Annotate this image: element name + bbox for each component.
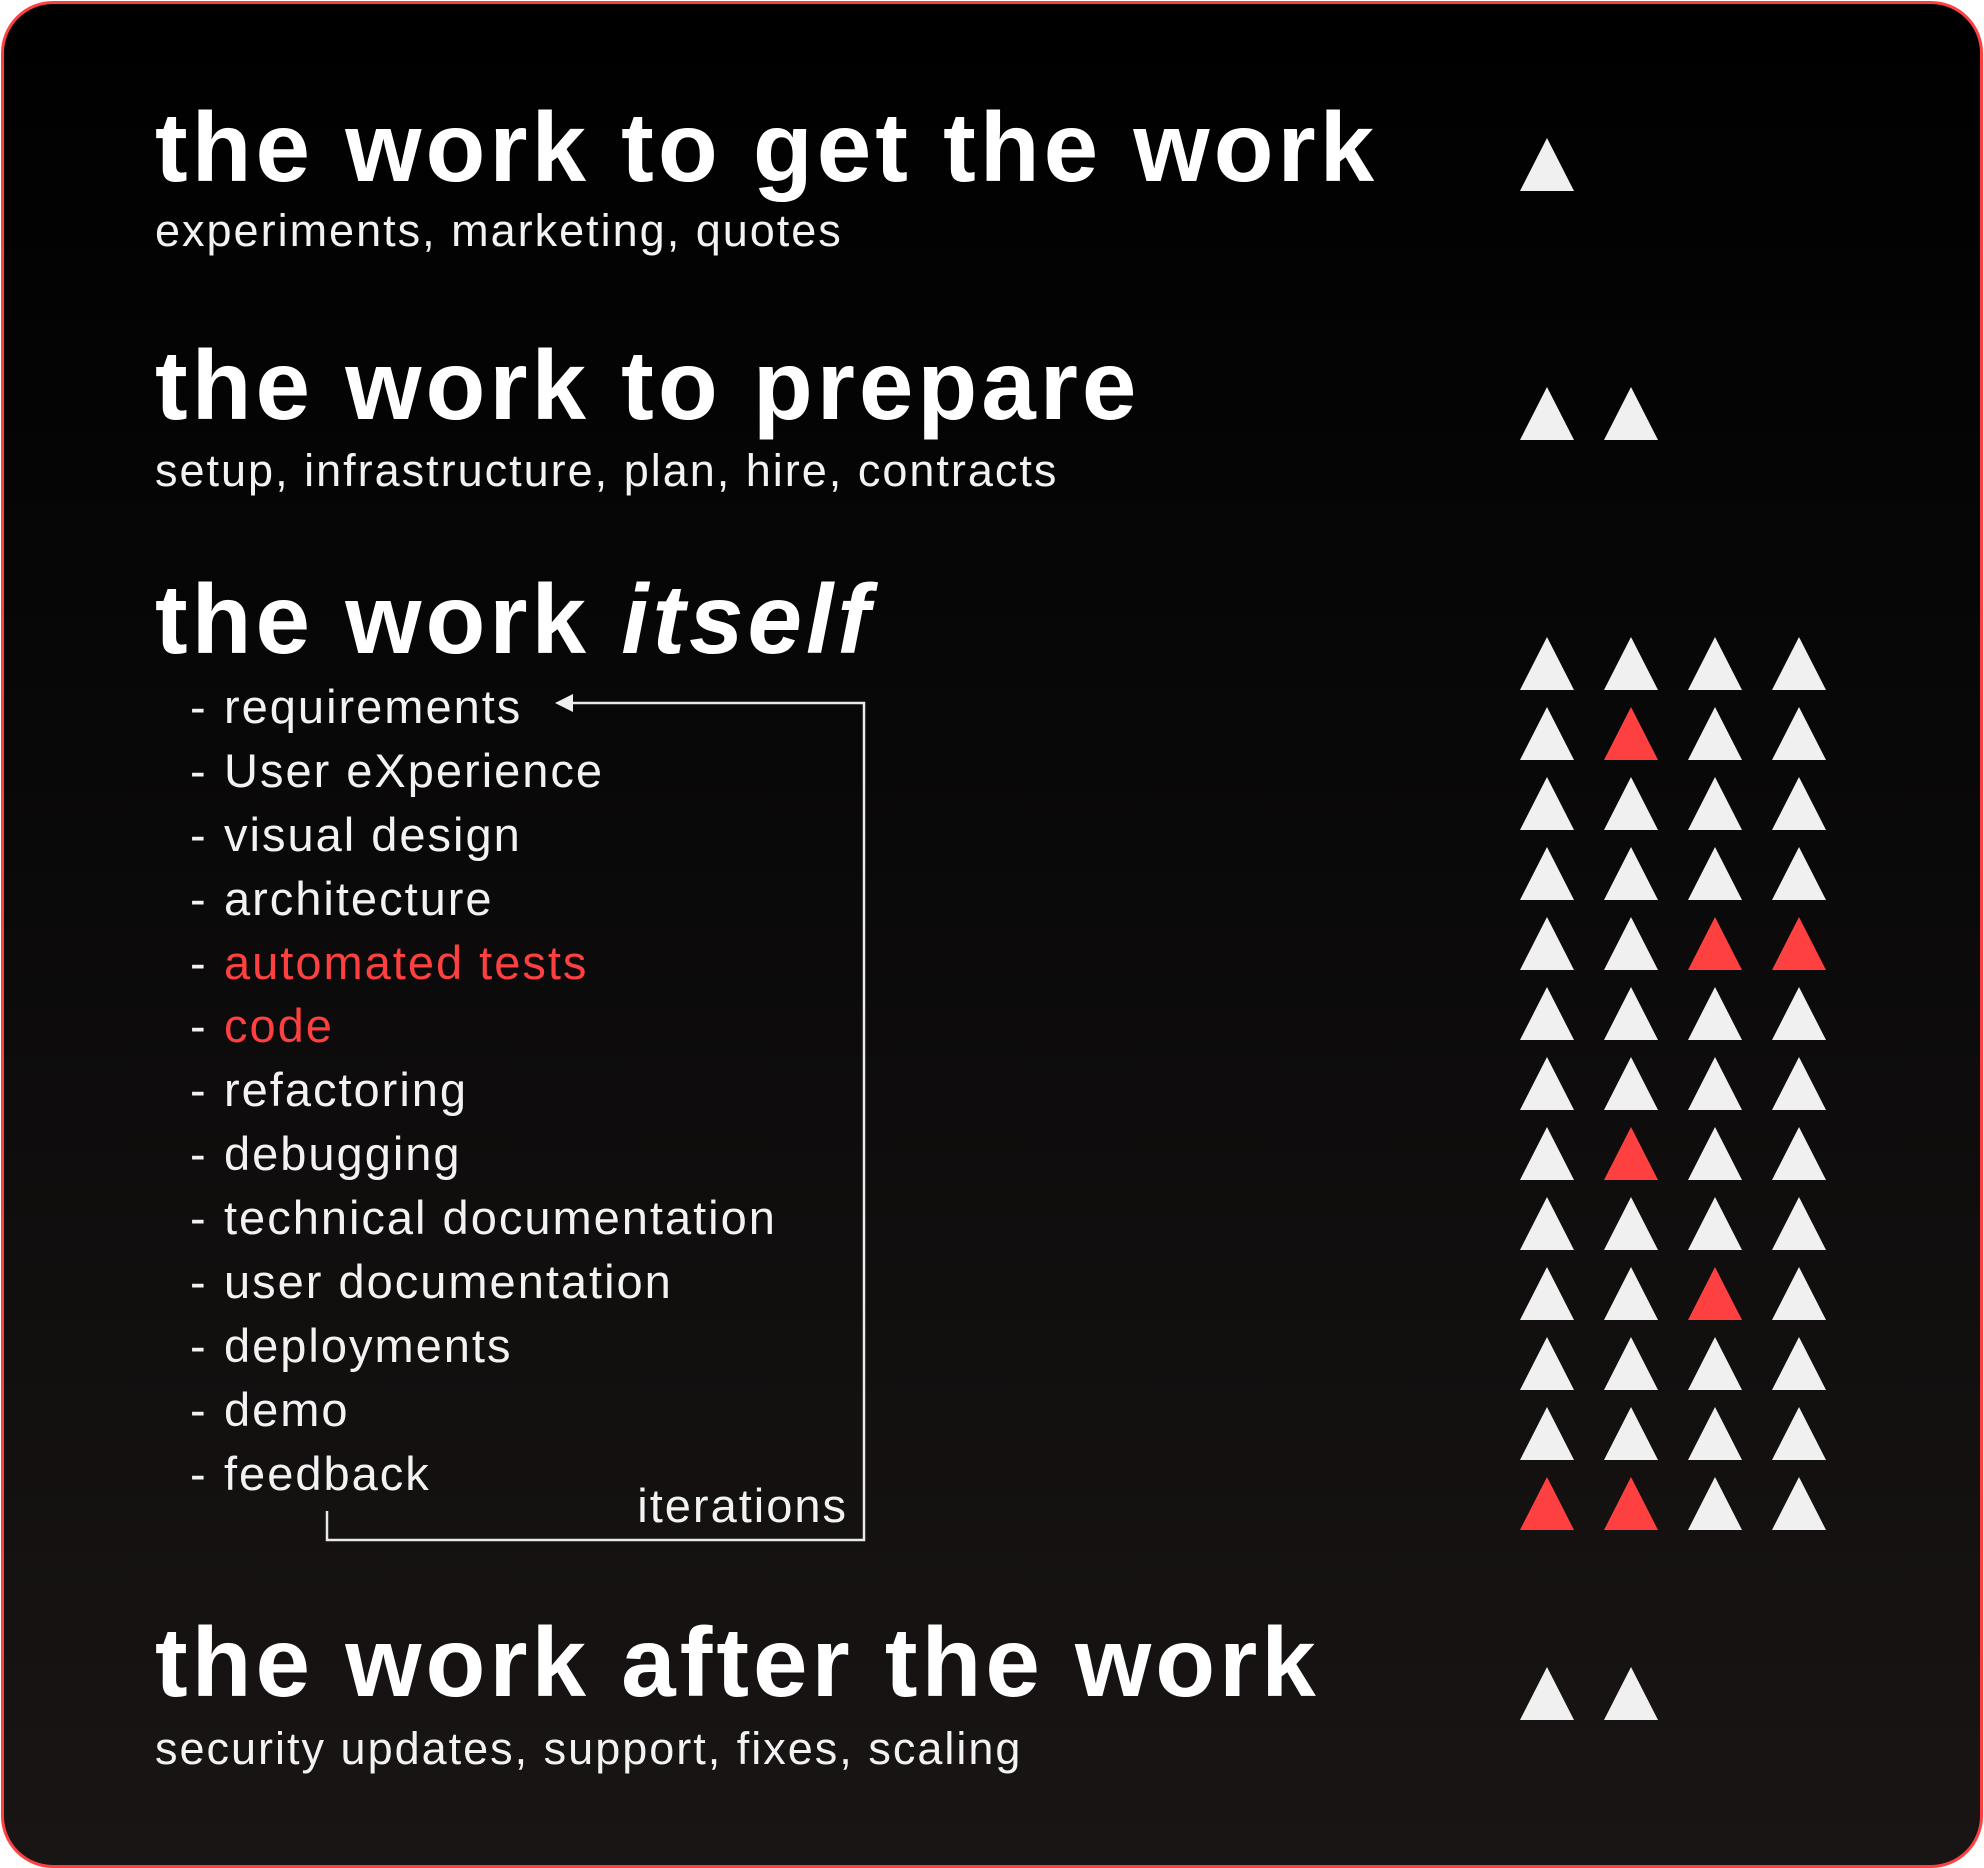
section-subtitle-after-the-work: security updates, support, fixes, scalin…: [155, 1723, 1023, 1774]
list-dash: -: [190, 1063, 208, 1117]
work-item-refactoring: - refactoring: [190, 1058, 777, 1122]
work-item-label: deployments: [224, 1318, 513, 1372]
work-item-label: feedback: [224, 1446, 431, 1500]
work-item-label: visual design: [224, 807, 522, 861]
work-item-label: user documentation: [224, 1255, 673, 1309]
work-itself-list: - requirements - User eXperience - visual des…: [190, 675, 777, 1506]
list-dash: -: [190, 807, 208, 861]
list-dash: -: [190, 1127, 208, 1181]
section-title-main: the work: [155, 564, 622, 674]
section-subtitle-prepare: setup, infrastructure, plan, hire, contr…: [155, 445, 1059, 496]
work-item-label: refactoring: [224, 1063, 469, 1117]
work-item-user-experience: - User eXperience: [190, 739, 777, 803]
work-item-deployments: - deployments: [190, 1314, 777, 1378]
list-dash: -: [190, 1191, 208, 1245]
work-item-demo: - demo: [190, 1378, 777, 1442]
work-item-requirements: - requirements: [190, 675, 777, 739]
list-dash: -: [190, 1382, 208, 1436]
work-item-label: User eXperience: [224, 743, 605, 797]
section-title-after-the-work: the work after the work: [155, 1607, 1320, 1717]
section-title-prepare: the work to prepare: [155, 330, 1141, 440]
work-item-label: architecture: [224, 871, 494, 925]
list-dash: -: [190, 1255, 208, 1309]
work-item-label: technical documentation: [224, 1191, 777, 1245]
section-subtitle-get-the-work: experiments, marketing, quotes: [155, 205, 843, 256]
list-dash: -: [190, 935, 208, 989]
work-item-code: - code: [190, 994, 777, 1058]
list-dash: -: [190, 743, 208, 797]
work-item-user-documentation: - user documentation: [190, 1250, 777, 1314]
work-item-label: demo: [224, 1382, 350, 1436]
iterations-label: iterations: [637, 1479, 848, 1532]
work-item-label: debugging: [224, 1127, 462, 1181]
list-dash: -: [190, 999, 208, 1053]
section-title-emphasis: itself: [621, 564, 874, 674]
list-dash: -: [190, 680, 208, 733]
section-title-work-itself: the work itself: [155, 570, 874, 668]
work-item-label: requirements: [224, 680, 523, 733]
work-item-architecture: - architecture: [190, 867, 777, 931]
work-item-debugging: - debugging: [190, 1122, 777, 1186]
work-item-visual-design: - visual design: [190, 803, 777, 867]
work-item-label: code: [224, 999, 334, 1053]
work-item-automated-tests: - automated tests: [190, 931, 777, 995]
list-dash: -: [190, 871, 208, 925]
section-title-get-the-work: the work to get the work: [155, 92, 1379, 202]
work-item-label: automated tests: [224, 935, 589, 989]
list-dash: -: [190, 1446, 208, 1500]
list-dash: -: [190, 1318, 208, 1372]
work-item-technical-documentation: - technical documentation: [190, 1186, 777, 1250]
